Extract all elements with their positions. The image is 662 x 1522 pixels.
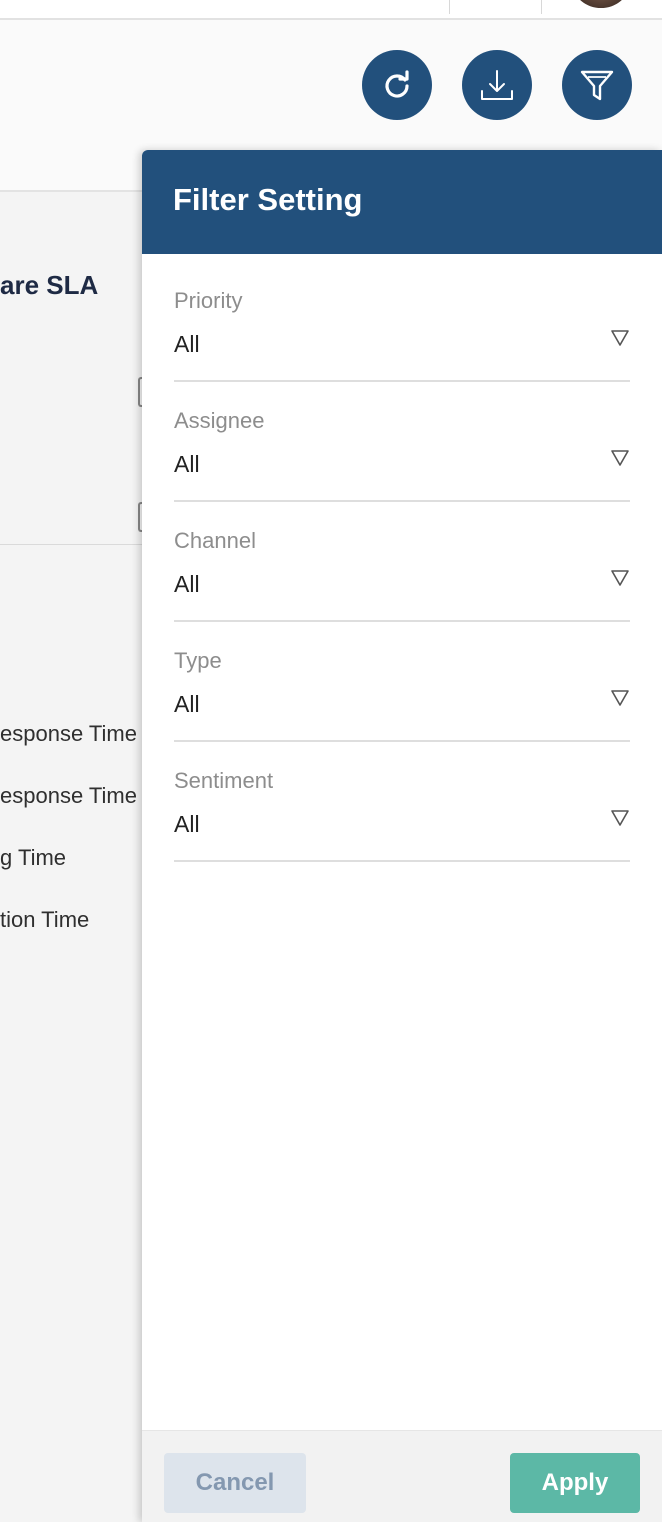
- type-label: Type: [174, 648, 222, 673]
- sentiment-select[interactable]: Sentiment All: [174, 768, 630, 862]
- type-select[interactable]: Type All: [174, 648, 630, 742]
- sla-card: [0, 220, 142, 545]
- chevron-down-icon: [611, 330, 629, 346]
- assignee-select[interactable]: Assignee All: [174, 408, 630, 502]
- filter-panel-title: Filter Setting: [173, 182, 363, 217]
- filter-button[interactable]: [562, 50, 632, 120]
- refresh-icon: [385, 70, 409, 98]
- channel-select[interactable]: Channel All: [174, 528, 630, 622]
- priority-select[interactable]: Priority All: [174, 288, 630, 382]
- chevron-down-icon: [611, 690, 629, 706]
- topbar-divider: [541, 0, 542, 14]
- channel-label: Channel: [174, 528, 256, 553]
- card-divider: [0, 544, 142, 545]
- funnel-icon: [580, 70, 614, 101]
- chevron-down-icon: [611, 570, 629, 586]
- list-item: esponse Time: [0, 721, 137, 746]
- list-item: tion Time: [0, 907, 90, 932]
- filter-panel-header: Filter Setting: [142, 150, 662, 254]
- avatar[interactable]: [574, 0, 628, 8]
- priority-label: Priority: [174, 288, 243, 313]
- priority-value: All: [174, 331, 200, 357]
- chevron-down-icon: [611, 450, 629, 466]
- cancel-button[interactable]: Cancel: [164, 1453, 306, 1513]
- type-value: All: [174, 691, 200, 717]
- header-divider: [0, 190, 142, 192]
- top-bar: [0, 0, 662, 20]
- sentiment-value: All: [174, 811, 200, 837]
- topbar-divider: [449, 0, 450, 14]
- list-item: g Time: [0, 845, 67, 870]
- sentiment-label: Sentiment: [174, 768, 274, 793]
- chevron-down-icon: [611, 810, 629, 826]
- refresh-button[interactable]: [362, 50, 432, 120]
- card-title: are SLA: [0, 270, 99, 300]
- download-icon: [481, 70, 513, 100]
- list-item: esponse Time: [0, 783, 137, 808]
- assignee-label: Assignee: [174, 408, 265, 433]
- download-button[interactable]: [462, 50, 532, 120]
- channel-value: All: [174, 571, 200, 597]
- apply-button[interactable]: Apply: [510, 1453, 640, 1513]
- filter-panel-footer: Cancel Apply: [142, 1430, 662, 1522]
- filter-panel: Filter Setting Priority All Assignee All…: [142, 150, 662, 1522]
- assignee-value: All: [174, 451, 200, 477]
